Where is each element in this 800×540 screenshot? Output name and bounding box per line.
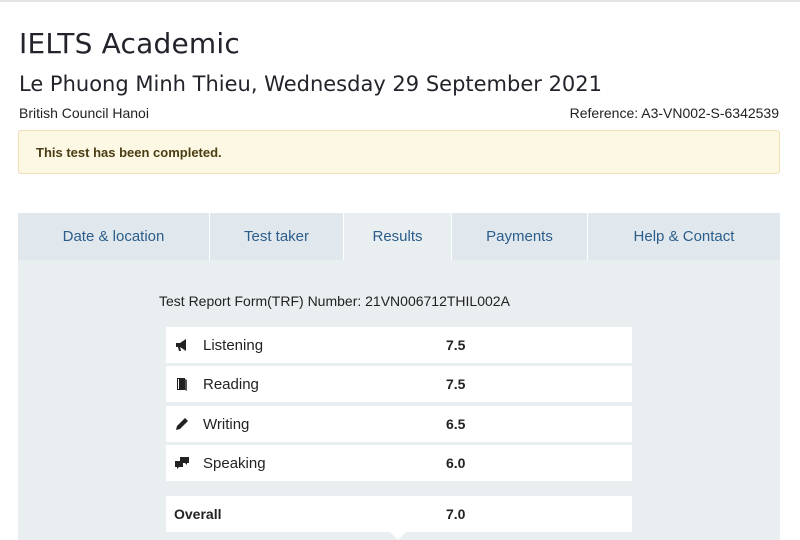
status-alert-text: This test has been completed.	[36, 145, 222, 160]
overall-value: 7.0	[446, 506, 466, 522]
score-value: 7.5	[446, 337, 466, 353]
score-row-listening: Listening 7.5	[166, 327, 632, 363]
speech-bubbles-icon	[174, 455, 190, 471]
tab-results[interactable]: Results	[344, 213, 452, 260]
candidate-and-date: Le Phuong Minh Thieu, Wednesday 29 Septe…	[19, 72, 603, 96]
top-rule	[0, 0, 800, 2]
book-icon	[174, 376, 190, 392]
score-row-writing: Writing 6.5	[166, 406, 632, 442]
tab-bar: Date & location Test taker Results Payme…	[18, 213, 780, 260]
row-pointer-caret	[390, 532, 406, 540]
score-value: 6.5	[446, 416, 466, 432]
tab-date-location[interactable]: Date & location	[18, 213, 210, 260]
test-centre: British Council Hanoi	[19, 105, 149, 121]
overall-label: Overall	[174, 506, 222, 522]
score-value: 7.5	[446, 376, 466, 392]
status-alert: This test has been completed.	[18, 130, 780, 174]
score-row-overall: Overall 7.0	[166, 496, 632, 532]
score-row-reading: Reading 7.5	[166, 366, 632, 402]
score-label: Listening	[203, 337, 264, 354]
megaphone-icon	[174, 337, 190, 353]
page-title: IELTS Academic	[19, 27, 240, 60]
tab-help-contact[interactable]: Help & Contact	[588, 213, 780, 260]
score-label: Writing	[203, 416, 250, 433]
tab-test-taker[interactable]: Test taker	[210, 213, 344, 260]
tab-payments[interactable]: Payments	[452, 213, 588, 260]
score-label: Reading	[203, 376, 259, 393]
booking-reference: Reference: A3-VN002-S-6342539	[569, 105, 779, 121]
score-row-speaking: Speaking 6.0	[166, 445, 632, 481]
trf-number: Test Report Form(TRF) Number: 21VN006712…	[159, 293, 510, 309]
score-value: 6.0	[446, 455, 466, 471]
score-label: Speaking	[203, 455, 266, 472]
pencil-icon	[174, 416, 190, 432]
